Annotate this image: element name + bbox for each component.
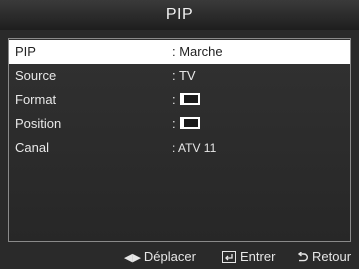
menu-item-format[interactable]: Format : [9,88,350,112]
footer-help-bar: ◀▶ Déplacer Entrer Retour [0,245,359,269]
enter-hint: Entrer [222,245,275,269]
menu-item-canal[interactable]: Canal : ATV 11 [9,136,350,160]
format-value: : [172,92,176,107]
menu-item-value: : ATV 11 [172,136,216,160]
menu-panel: PIP : Marche Source : TV Format : Positi… [8,38,351,242]
source-value: : TV [172,68,196,83]
menu-item-value: : [172,112,201,136]
menu-item-label: PIP [15,44,36,59]
move-label: Déplacer [143,249,196,264]
menu-item-label: Canal [15,140,49,155]
return-hint: Retour [297,245,351,269]
left-right-arrows-icon: ◀▶ [124,252,141,264]
pip-format-icon [180,93,201,105]
menu-title: PIP [0,0,359,30]
pip-status-value: : Marche [172,44,223,59]
canal-value: : ATV 11 [172,141,217,155]
pip-position-icon [180,117,201,129]
position-value: : [172,116,176,131]
menu-item-label: Source [15,68,57,83]
menu-item-label: Format [15,92,57,107]
osd-menu: PIP PIP : Marche Source : TV Format : Po… [0,0,359,269]
return-label: Retour [312,249,352,264]
menu-item-source[interactable]: Source : TV [9,64,350,88]
menu-item-pip[interactable]: PIP : Marche [9,40,350,64]
menu-item-value: : TV [172,64,196,88]
menu-item-value: : Marche [172,40,223,64]
enter-icon [222,251,236,263]
return-icon [297,251,308,262]
menu-item-value: : [172,88,201,112]
enter-label: Entrer [240,249,276,264]
menu-item-label: Position [15,116,62,131]
menu-item-position[interactable]: Position : [9,112,350,136]
move-hint: ◀▶ Déplacer [124,245,196,270]
